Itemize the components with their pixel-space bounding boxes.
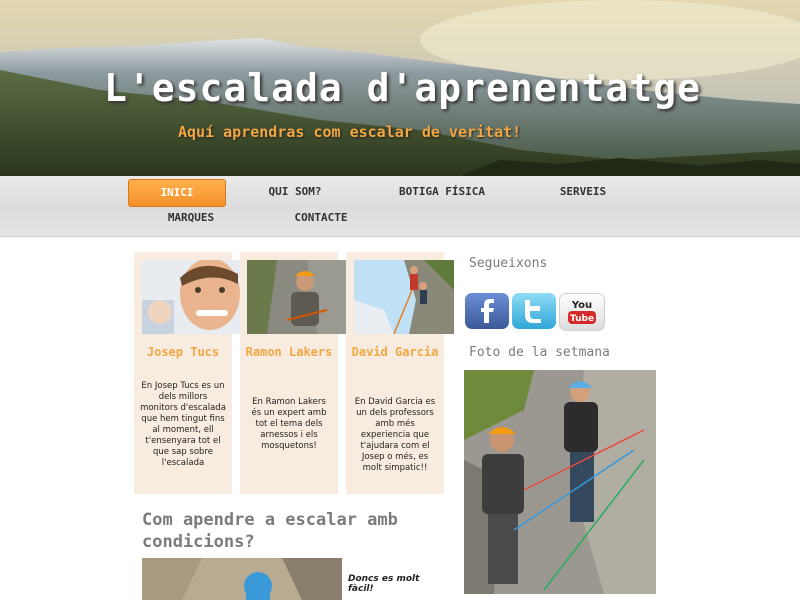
nav-item-botiga-fisica[interactable]: BOTIGA FÍSICA [380,179,504,205]
team-name: Ramon Lakers [245,345,333,359]
nav-item-inici[interactable]: INICI [128,179,226,207]
facebook-icon[interactable] [465,293,509,329]
team-name: Josep Tucs [146,345,220,359]
site-title: L'escalada d'aprenentatge [104,66,701,110]
youtube-icon-text-tube: Tube [570,314,594,324]
photo-of-week-image [464,370,656,594]
team-card-josep: Josep Tucs En Josep Tucs es un dels mill… [134,252,242,494]
team-description: En David Garcia es un dels professors am… [354,397,436,473]
youtube-icon[interactable]: You Tube [559,293,605,331]
article-title: Com apendre a escalar amb condicions? [142,510,398,552]
article-caption: Doncs es molt fàcil! [348,574,420,594]
team-description: En Josep Tucs es un dels millors monitor… [140,381,226,468]
article-photo [142,558,342,600]
team-name: David Garcia [351,345,439,359]
josep-photo [142,260,242,334]
main-nav: INICI QUI SOM? BOTIGA FÍSICA SERVEIS MAR… [0,176,800,237]
team-card-ramon: Ramon Lakers En Ramon Lakers és un exper… [240,252,347,494]
follow-heading: Segueixons [469,256,548,271]
nav-item-serveis[interactable]: SERVEIS [538,179,628,205]
youtube-icon-text-you: You [571,300,592,311]
ramon-photo [247,260,347,334]
team-card-david: David Garcia En David Garcia es un dels … [346,252,454,494]
nav-item-contacte[interactable]: CONTACTE [276,205,366,231]
david-photo [354,260,454,334]
nav-item-marques[interactable]: MARQUES [146,205,236,231]
site-tagline: Aquí aprendras com escalar de veritat! [178,123,522,141]
nav-item-qui-som[interactable]: QUI SOM? [250,179,340,205]
photo-of-week-heading: Foto de la setmana [469,345,610,360]
site-header: L'escalada d'aprenentatge Aquí aprendras… [0,0,800,176]
twitter-icon[interactable] [512,293,556,329]
team-description: En Ramon Lakers és un expert amb tot el … [251,397,327,451]
